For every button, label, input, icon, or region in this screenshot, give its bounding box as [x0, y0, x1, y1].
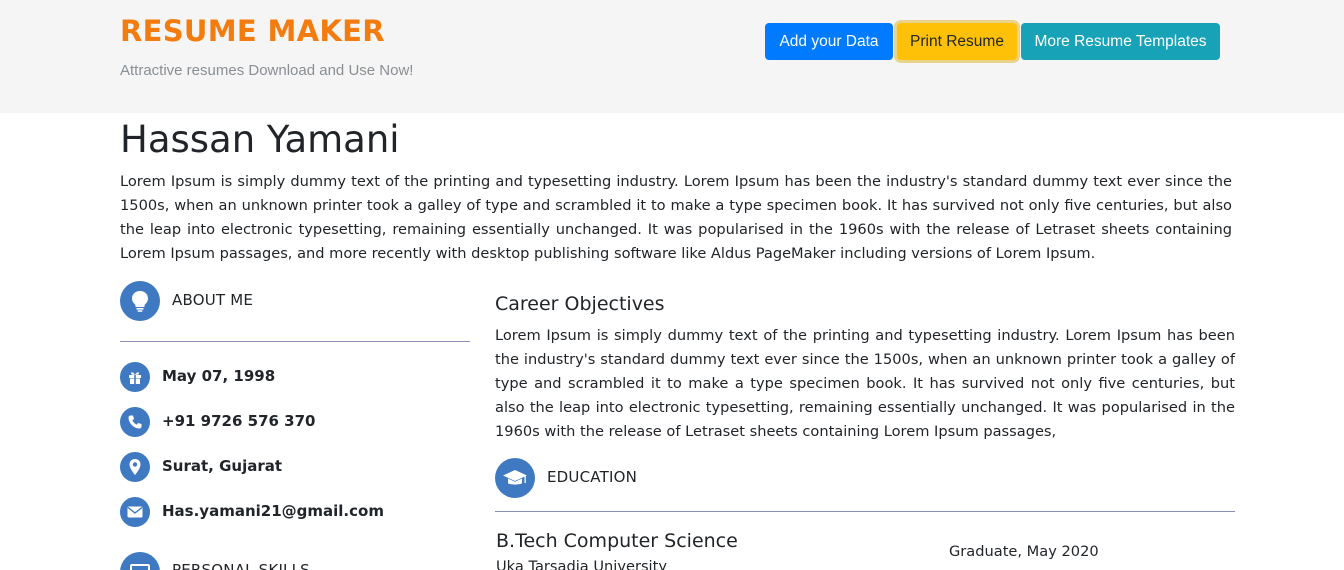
location-text: Surat, Gujarat: [162, 457, 283, 475]
resume-intro: Lorem Ipsum is simply dummy text of the …: [120, 173, 1232, 262]
email-icon: [120, 497, 150, 527]
add-data-button[interactable]: Add your Data: [765, 23, 893, 60]
top-header: RESUME MAKER Attractive resumes Download…: [0, 0, 1344, 113]
dob-text: May 07, 1998: [162, 367, 276, 385]
about-me-heading: ABOUT ME: [172, 291, 254, 309]
brand-title: RESUME MAKER: [120, 14, 385, 48]
email-text: Has.yamani21@gmail.com: [162, 502, 384, 520]
career-objectives-text: Lorem Ipsum is simply dummy text of the …: [495, 327, 1235, 440]
brand-tagline: Attractive resumes Download and Use Now!: [120, 62, 414, 79]
about-divider: [120, 341, 470, 342]
print-resume-button[interactable]: Print Resume: [897, 23, 1017, 60]
gift-icon: [120, 362, 150, 392]
more-templates-button[interactable]: More Resume Templates: [1021, 23, 1220, 60]
university-name: Uka Tarsadia University: [496, 558, 667, 570]
graduation-date: Graduate, May 2020: [949, 543, 1099, 560]
personal-skills-heading: PERSONAL SKILLS: [172, 561, 310, 570]
phone-icon: [120, 407, 150, 437]
location-pin-icon: [120, 452, 150, 482]
lightbulb-icon: [120, 281, 160, 321]
education-divider: [495, 511, 1235, 512]
education-heading: EDUCATION: [547, 468, 637, 486]
phone-text: +91 9726 576 370: [162, 412, 316, 430]
graduation-cap-icon: [495, 458, 535, 498]
monitor-icon: [120, 552, 160, 570]
resume-name: Hassan Yamani: [120, 118, 400, 161]
career-objectives-heading: Career Objectives: [495, 293, 665, 315]
degree-title: B.Tech Computer Science: [496, 530, 738, 552]
